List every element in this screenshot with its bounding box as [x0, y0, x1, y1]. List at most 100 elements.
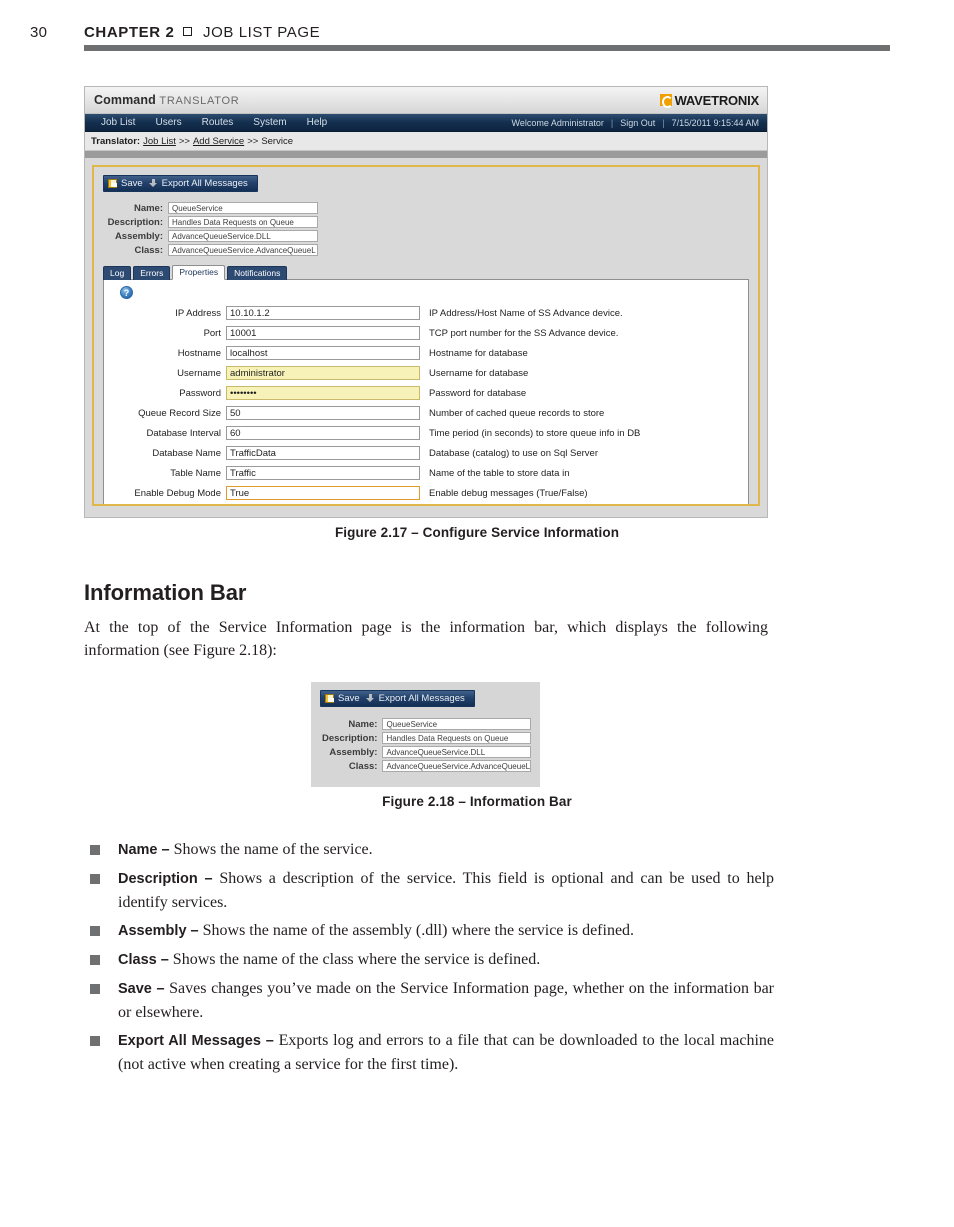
description-input-detail[interactable]: Handles Data Requests on Queue	[382, 732, 531, 744]
nav-item-routes[interactable]: Routes	[192, 114, 244, 132]
properties-panel: ? IP Address 10.10.1.2 IP Address/Host N…	[103, 279, 749, 504]
nav-item-users[interactable]: Users	[145, 114, 191, 132]
header-rule	[84, 45, 890, 51]
list-item: Class – Shows the name of the class wher…	[84, 948, 774, 972]
list-item: Save – Saves changes you’ve made on the …	[84, 977, 774, 1024]
property-row-ip-address: IP Address 10.10.1.2 IP Address/Host Nam…	[104, 303, 748, 323]
database-name-input[interactable]: TrafficData	[226, 446, 420, 460]
save-button[interactable]: Save	[108, 178, 143, 189]
class-input[interactable]: AdvanceQueueService.AdvanceQueueL	[168, 244, 318, 256]
app-brand: Command TRANSLATOR	[94, 93, 239, 107]
description-input[interactable]: Handles Data Requests on Queue	[168, 216, 318, 228]
port-input[interactable]: 10001	[226, 326, 420, 340]
property-row-password: Password •••••••• Password for database	[104, 383, 748, 403]
sign-out-link[interactable]: Sign Out	[620, 118, 655, 128]
page-number: 30	[30, 24, 48, 41]
brand-name: Command	[94, 93, 156, 107]
assembly-label: Assembly:	[114, 230, 163, 242]
database-interval-description: Time period (in seconds) to store queue …	[429, 427, 641, 439]
chapter-label: CHAPTER 2	[84, 24, 175, 41]
save-button-label-detail: Save	[338, 693, 360, 704]
enable-debug-mode-label: Enable Debug Mode	[134, 487, 221, 499]
info-row-class: Class: AdvanceQueueService.AdvanceQueueL	[106, 244, 749, 256]
database-interval-input[interactable]: 60	[226, 426, 420, 440]
breadcrumb-link-job-list[interactable]: Job List	[143, 136, 176, 147]
figure-2-18-screenshot: Save Export All Messages Name: QueueServ…	[311, 682, 540, 787]
port-description: TCP port number for the SS Advance devic…	[429, 327, 619, 339]
help-icon[interactable]: ?	[120, 286, 133, 299]
app-nav-bar: Job List Users Routes System Help Welcom…	[85, 114, 767, 132]
export-all-messages-button[interactable]: Export All Messages	[149, 178, 248, 189]
table-name-label: Table Name	[170, 467, 221, 479]
list-item-text: Save – Saves changes you’ve made on the …	[118, 977, 774, 1024]
wavetronix-logo-text: WAVETRONIX	[674, 92, 760, 108]
list-item-body: Shows the name of the assembly (.dll) wh…	[198, 922, 635, 939]
tab-notifications[interactable]: Notifications	[227, 266, 288, 280]
table-name-input[interactable]: Traffic	[226, 466, 420, 480]
list-item-term: Assembly –	[118, 923, 199, 939]
list-item-body: Saves changes you’ve made on the Service…	[118, 980, 774, 1021]
tab-log[interactable]: Log	[103, 266, 132, 280]
breadcrumb-link-add-service[interactable]: Add Service	[193, 136, 244, 147]
info-row-assembly-detail: Assembly: AdvanceQueueService.DLL	[321, 746, 531, 758]
nav-band-divider	[85, 151, 767, 158]
welcome-text: Welcome Administrator	[511, 117, 604, 128]
property-row-table-name: Table Name Traffic Name of the table to …	[104, 463, 748, 483]
assembly-input[interactable]: AdvanceQueueService.DLL	[168, 230, 318, 242]
export-all-messages-button-detail[interactable]: Export All Messages	[366, 693, 465, 704]
queue-record-size-input[interactable]: 50	[226, 406, 420, 420]
wavetronix-mark-icon	[659, 94, 674, 108]
ip-address-input[interactable]: 10.10.1.2	[226, 306, 420, 320]
name-label-detail: Name:	[348, 718, 378, 730]
list-item-body: Shows a description of the service. This…	[118, 870, 774, 911]
download-arrow-icon	[366, 694, 375, 703]
list-item-text: Description – Shows a description of the…	[118, 867, 774, 914]
description-label-detail: Description:	[322, 732, 378, 744]
section-label: JOB LIST PAGE	[202, 24, 321, 41]
breadcrumb-current: Service	[261, 135, 293, 147]
info-row-name: Name: QueueService	[106, 202, 749, 214]
name-label: Name:	[133, 202, 163, 214]
list-item-text: Class – Shows the name of the class wher…	[118, 948, 774, 972]
tab-properties[interactable]: Properties	[172, 265, 226, 280]
tab-errors[interactable]: Errors	[133, 266, 171, 280]
list-item-term: Description –	[118, 871, 213, 887]
list-item: Assembly – Shows the name of the assembl…	[84, 919, 774, 943]
information-bar-fields-detail: Name: QueueService Description: Handles …	[321, 718, 531, 772]
description-label: Description:	[107, 216, 163, 228]
password-input[interactable]: ••••••••	[226, 386, 420, 400]
class-label-detail: Class:	[348, 760, 378, 772]
nav-item-job-list[interactable]: Job List	[91, 114, 145, 132]
save-button-detail[interactable]: Save	[325, 693, 360, 704]
nav-separator-1: |	[610, 117, 614, 128]
information-bar-toolbar-detail: Save Export All Messages	[320, 690, 475, 707]
floppy-disk-icon	[325, 694, 334, 703]
list-item: Export All Messages – Exports log and er…	[84, 1029, 774, 1076]
name-input-detail[interactable]: QueueService	[382, 718, 531, 730]
name-input[interactable]: QueueService	[168, 202, 318, 214]
brand-subtitle: TRANSLATOR	[159, 95, 240, 107]
property-row-port: Port 10001 TCP port number for the SS Ad…	[104, 323, 748, 343]
service-content-panel: Save Export All Messages Name: QueueServ…	[92, 165, 760, 506]
assembly-label-detail: Assembly:	[329, 746, 378, 758]
assembly-input-detail[interactable]: AdvanceQueueService.DLL	[382, 746, 531, 758]
list-item-body: Shows the name of the class where the se…	[168, 951, 541, 968]
password-description: Password for database	[429, 387, 527, 399]
username-input[interactable]: administrator	[226, 366, 420, 380]
square-bullet-icon	[90, 1036, 100, 1046]
enable-debug-mode-input[interactable]: True	[226, 486, 420, 500]
breadcrumb-prefix: Translator:	[91, 135, 141, 147]
hostname-input[interactable]: localhost	[226, 346, 420, 360]
password-label: Password	[179, 387, 221, 399]
list-item-term: Export All Messages –	[118, 1033, 274, 1049]
hostname-description: Hostname for database	[429, 347, 528, 359]
nav-item-help[interactable]: Help	[297, 114, 338, 132]
breadcrumb-arrow-2: >>	[247, 135, 259, 147]
wavetronix-logo: WAVETRONIX	[659, 92, 760, 108]
class-input-detail[interactable]: AdvanceQueueService.AdvanceQueueL	[382, 760, 531, 772]
nav-item-system[interactable]: System	[243, 114, 296, 132]
square-bullet-icon	[183, 27, 193, 36]
info-row-description-detail: Description: Handles Data Requests on Qu…	[321, 732, 531, 744]
information-bar-field-list: Name – Shows the name of the service. De…	[84, 838, 774, 1081]
figure-2-17-screenshot: Command TRANSLATOR WAVETRONIX Job List U…	[84, 86, 768, 518]
